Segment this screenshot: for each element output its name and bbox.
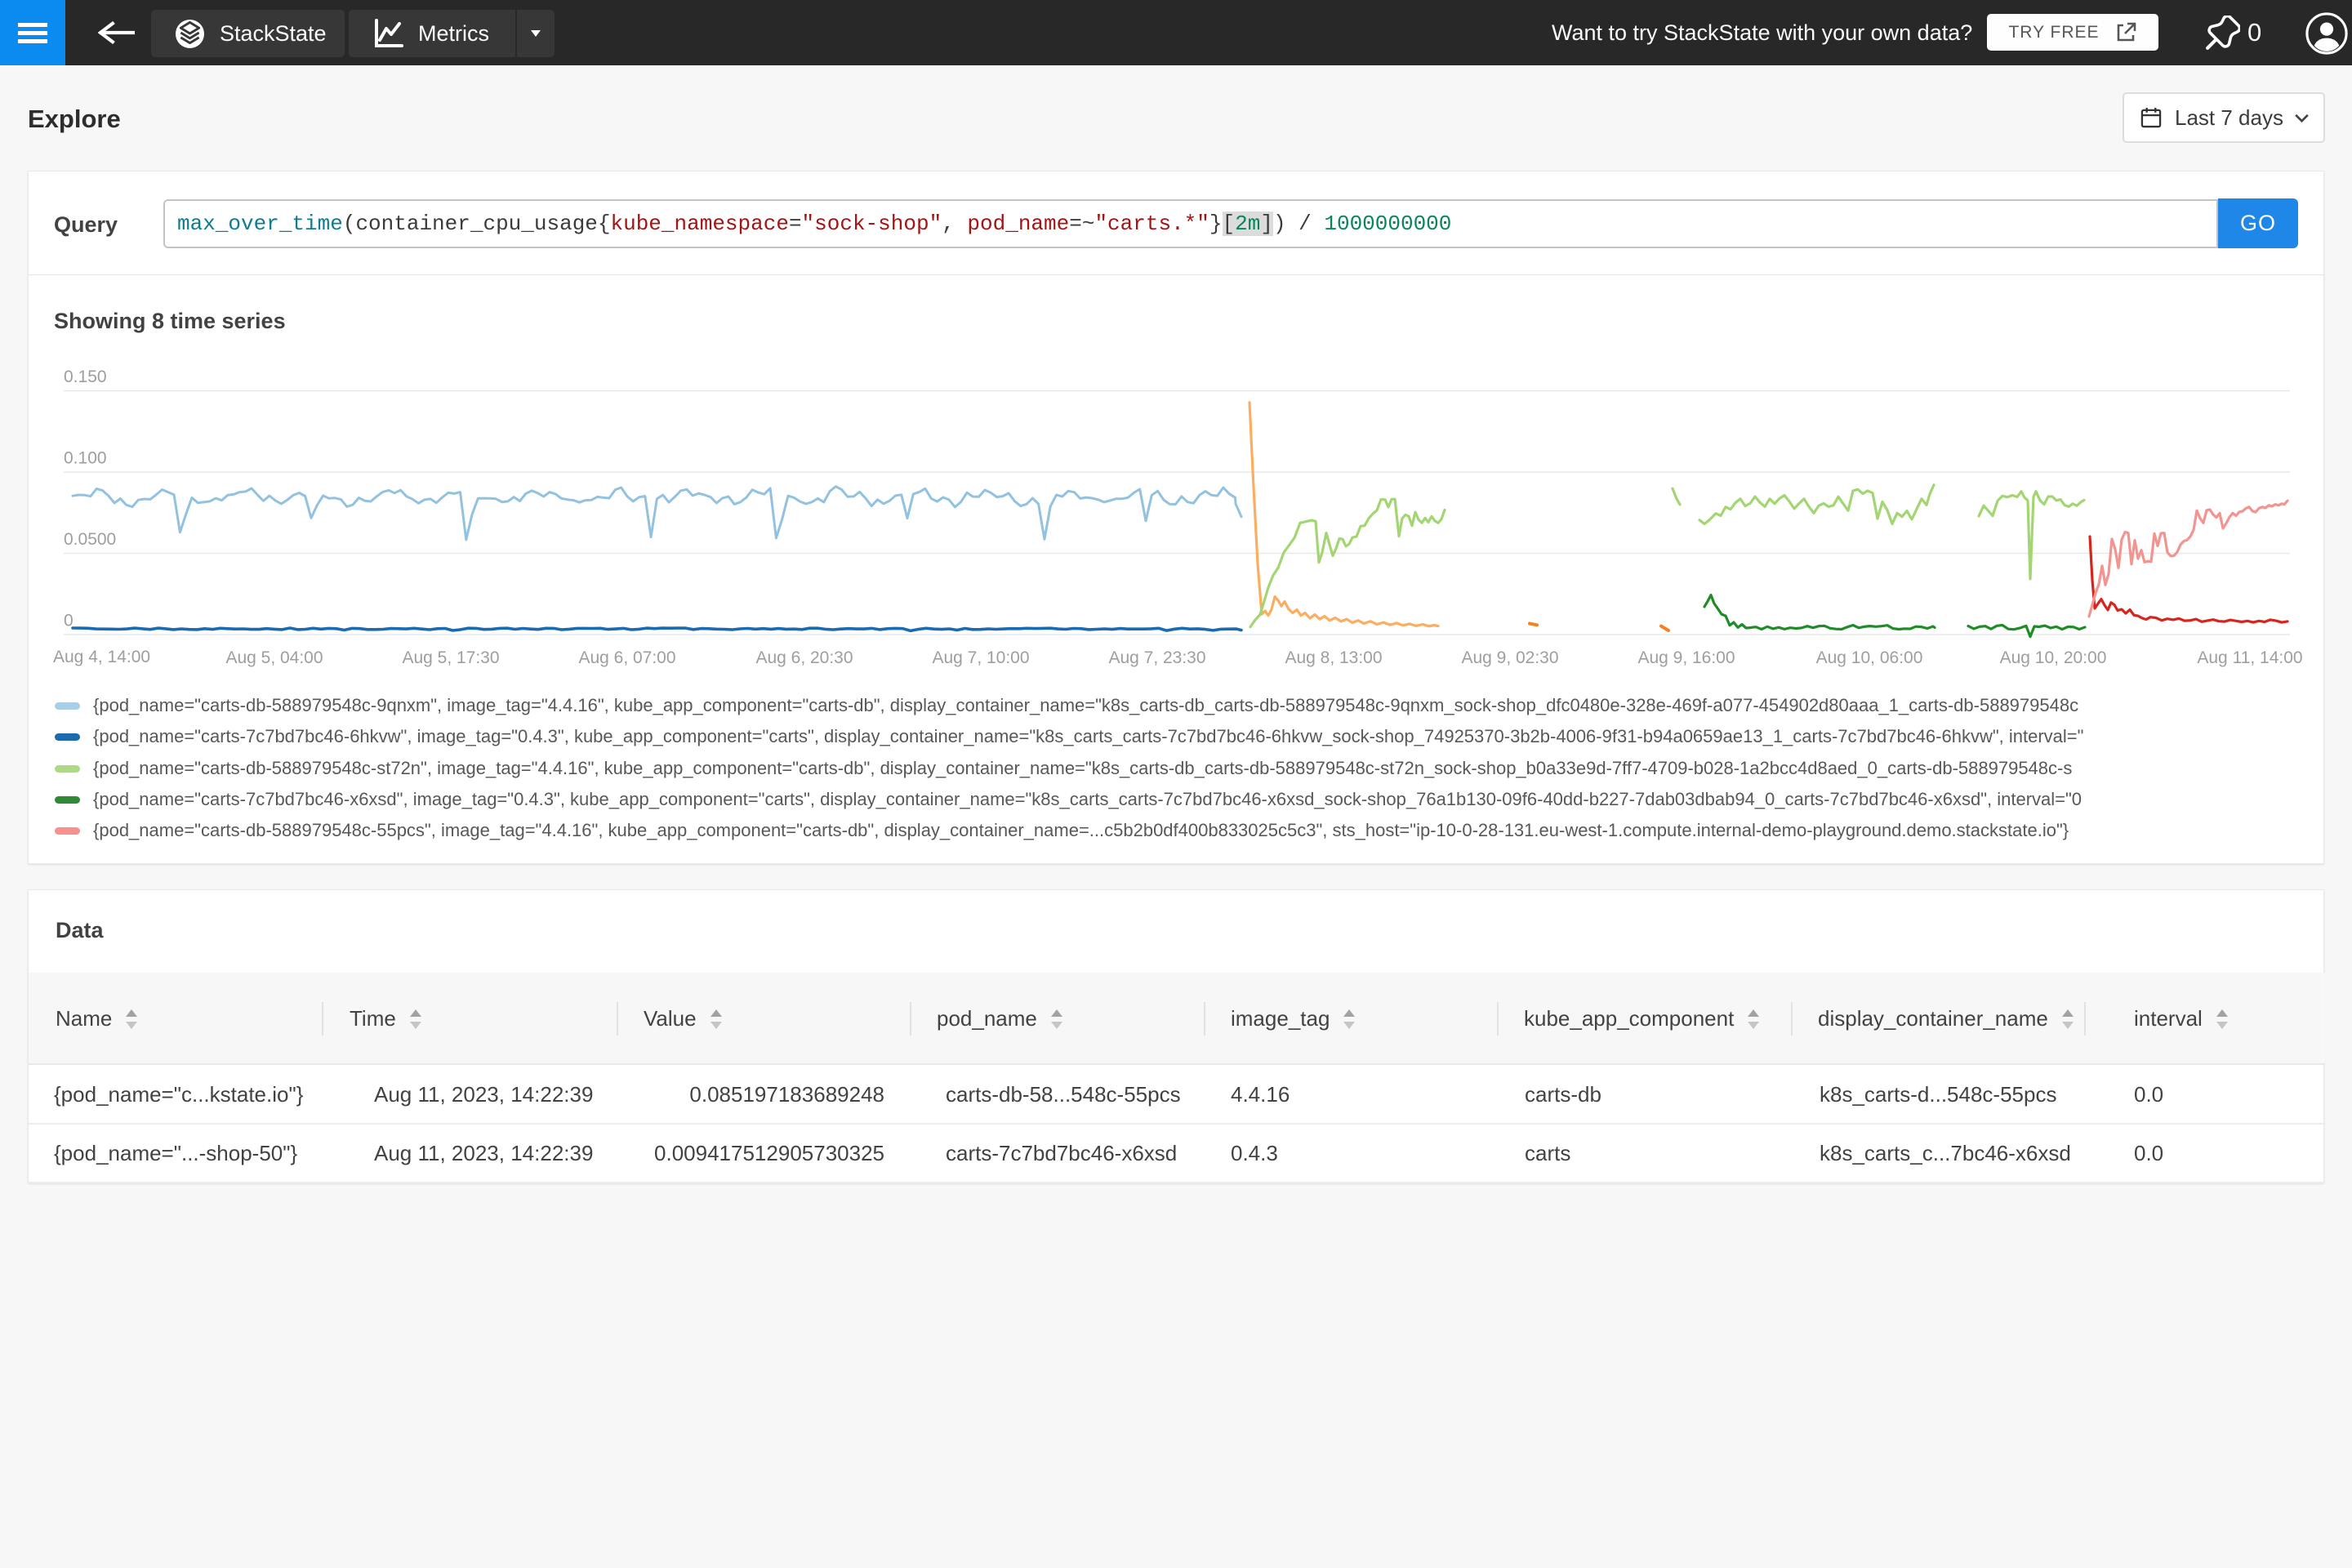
- svg-text:Aug 7, 23:30: Aug 7, 23:30: [1108, 648, 1205, 667]
- svg-text:0.0500: 0.0500: [64, 530, 116, 549]
- svg-text:Aug 5, 04:00: Aug 5, 04:00: [225, 648, 323, 667]
- svg-text:Aug 9, 16:00: Aug 9, 16:00: [1637, 648, 1735, 667]
- svg-text:Aug 10, 06:00: Aug 10, 06:00: [1816, 648, 1923, 667]
- svg-text:0.100: 0.100: [64, 449, 107, 468]
- svg-text:Aug 10, 20:00: Aug 10, 20:00: [2000, 648, 2107, 667]
- svg-text:0.150: 0.150: [64, 368, 107, 386]
- svg-text:Aug 9, 02:30: Aug 9, 02:30: [1461, 648, 1558, 667]
- svg-text:Aug 8, 13:00: Aug 8, 13:00: [1285, 648, 1382, 667]
- svg-text:Aug 6, 07:00: Aug 6, 07:00: [578, 648, 675, 667]
- svg-text:Aug 5, 17:30: Aug 5, 17:30: [402, 648, 499, 667]
- svg-text:Aug 11, 14:00: Aug 11, 14:00: [2197, 648, 2302, 667]
- svg-text:Aug 7, 10:00: Aug 7, 10:00: [932, 648, 1029, 667]
- svg-text:Aug 4, 14:00: Aug 4, 14:00: [53, 648, 150, 666]
- svg-text:Aug 6, 20:30: Aug 6, 20:30: [755, 648, 853, 667]
